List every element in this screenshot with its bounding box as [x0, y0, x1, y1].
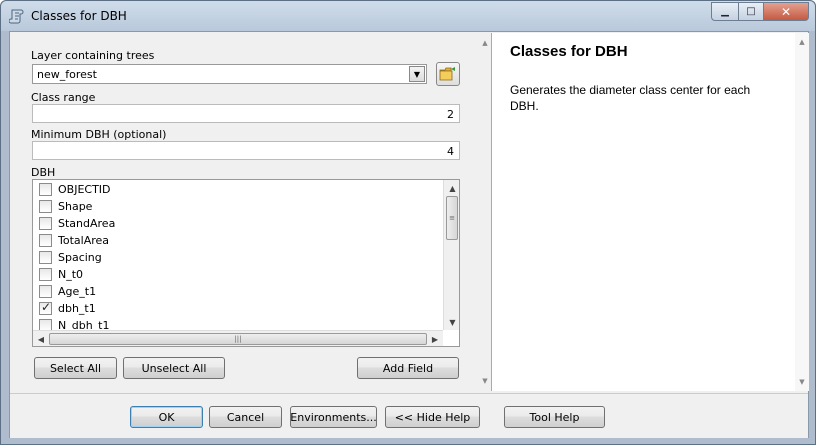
- parameters-pane: Layer containing trees new_forest ▼ Clas…: [11, 33, 491, 393]
- cancel-button[interactable]: Cancel: [209, 406, 282, 428]
- checkbox-checked[interactable]: [39, 300, 52, 315]
- list-item-label: N_t0: [58, 268, 84, 281]
- dbh-field-list: OBJECTID Shape StandArea TotalArea Spaci…: [32, 179, 460, 347]
- scroll-left-icon[interactable]: ◀: [33, 331, 49, 346]
- ok-button[interactable]: OK: [130, 406, 203, 428]
- tool-help-button[interactable]: Tool Help: [504, 406, 605, 428]
- checkbox[interactable]: [39, 251, 52, 264]
- scroll-up-icon[interactable]: ▲: [795, 35, 809, 49]
- min-dbh-value: 4: [447, 145, 454, 158]
- dialog-button-bar: OK Cancel Environments... << Hide Help T…: [10, 393, 808, 438]
- scroll-down-icon[interactable]: ▼: [479, 374, 491, 388]
- script-tool-icon: [9, 9, 24, 24]
- list-item-label: dbh_t1: [58, 302, 96, 315]
- list-item-label: Shape: [58, 200, 93, 213]
- checkbox[interactable]: [39, 217, 52, 230]
- list-item[interactable]: Age_t1: [39, 283, 96, 300]
- scroll-thumb[interactable]: |||: [49, 333, 427, 345]
- unselect-all-button[interactable]: Unselect All: [123, 357, 225, 379]
- list-item[interactable]: StandArea: [39, 215, 115, 232]
- checkbox[interactable]: [39, 268, 52, 281]
- list-item[interactable]: Shape: [39, 198, 92, 215]
- min-dbh-label: Minimum DBH (optional): [31, 128, 167, 141]
- window-title: Classes for DBH: [31, 9, 127, 23]
- class-range-value: 2: [447, 108, 454, 121]
- maximize-button[interactable]: □: [738, 2, 763, 21]
- class-range-input[interactable]: 2: [32, 104, 460, 123]
- scroll-down-icon[interactable]: ▼: [795, 375, 809, 389]
- checkbox[interactable]: [39, 200, 52, 213]
- help-description: Generates the diameter class center for …: [510, 83, 751, 113]
- close-button[interactable]: ✕: [763, 2, 809, 21]
- list-item[interactable]: dbh_t1: [39, 300, 96, 317]
- layer-dropdown[interactable]: new_forest ▼: [32, 64, 427, 84]
- help-title: Classes for DBH: [510, 43, 628, 60]
- scroll-up-icon[interactable]: ▲: [444, 180, 459, 196]
- checkbox[interactable]: [39, 285, 52, 298]
- help-scrollbar[interactable]: ▲ ▼: [795, 33, 809, 391]
- list-item-label: Age_t1: [58, 285, 97, 298]
- environments-button[interactable]: Environments...: [290, 406, 377, 428]
- list-item[interactable]: OBJECTID: [39, 181, 111, 198]
- min-dbh-input[interactable]: 4: [32, 141, 460, 160]
- title-bar[interactable]: Classes for DBH ▁ □ ✕: [1, 1, 815, 31]
- hide-help-button[interactable]: << Hide Help: [385, 406, 480, 428]
- class-range-label: Class range: [31, 91, 96, 104]
- list-item[interactable]: TotalArea: [39, 232, 109, 249]
- open-folder-icon: [439, 67, 455, 81]
- add-field-button[interactable]: Add Field: [357, 357, 459, 379]
- list-item-label: Spacing: [58, 251, 102, 264]
- list-item[interactable]: N_t0: [39, 266, 83, 283]
- list-item-label: TotalArea: [58, 234, 110, 247]
- window-controls: ▁ □ ✕: [711, 2, 809, 22]
- layer-dropdown-value: new_forest: [37, 68, 97, 81]
- minimize-button[interactable]: ▁: [711, 2, 738, 21]
- checkbox[interactable]: [39, 183, 52, 196]
- help-pane: Classes for DBH Generates the diameter c…: [491, 33, 809, 391]
- checkbox[interactable]: [39, 234, 52, 247]
- dialog-client-area: Layer containing trees new_forest ▼ Clas…: [9, 31, 809, 438]
- minimize-icon: ▁: [721, 6, 729, 17]
- select-all-button[interactable]: Select All: [34, 357, 117, 379]
- scroll-down-icon[interactable]: ▼: [444, 314, 459, 330]
- scroll-right-icon[interactable]: ▶: [427, 331, 443, 346]
- chevron-down-icon[interactable]: ▼: [409, 66, 425, 82]
- list-item-label: OBJECTID: [58, 183, 111, 196]
- layer-label: Layer containing trees: [31, 49, 155, 62]
- maximize-icon: □: [746, 6, 756, 17]
- params-scrollbar[interactable]: ▲ ▼: [479, 34, 491, 389]
- list-item[interactable]: Spacing: [39, 249, 102, 266]
- browse-button[interactable]: [436, 62, 460, 86]
- scroll-up-icon[interactable]: ▲: [479, 36, 491, 50]
- list-horizontal-scrollbar[interactable]: ◀ ||| ▶: [33, 330, 443, 346]
- scroll-thumb[interactable]: ≡: [446, 196, 458, 240]
- dbh-label: DBH: [31, 166, 56, 179]
- close-icon: ✕: [780, 4, 792, 19]
- list-item-label: StandArea: [58, 217, 116, 230]
- list-vertical-scrollbar[interactable]: ▲ ≡ ▼: [443, 180, 459, 330]
- dialog-window: Classes for DBH ▁ □ ✕ Layer containing t…: [0, 0, 816, 445]
